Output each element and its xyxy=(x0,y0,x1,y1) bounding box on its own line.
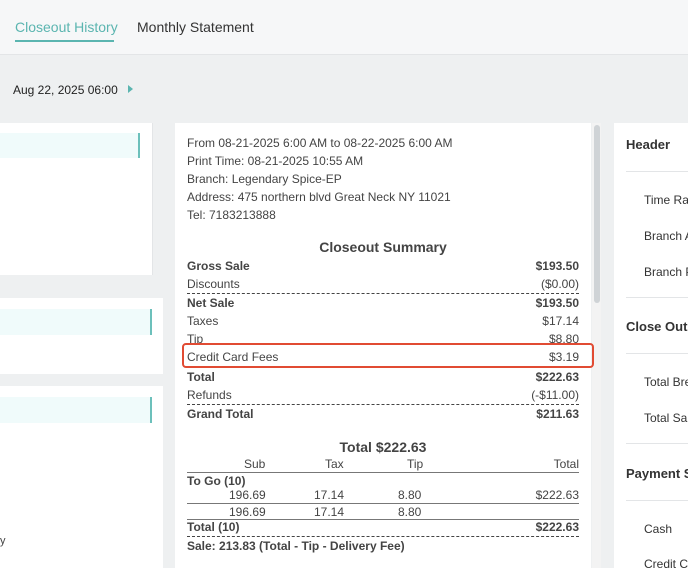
section-payment: Payment S xyxy=(626,466,688,481)
table-cell: 196.69 xyxy=(229,488,266,502)
total-title: Total $222.63 xyxy=(339,439,427,455)
closeout-card-3-highlight xyxy=(0,397,152,423)
table-cell: 17.14 xyxy=(314,505,345,519)
table-header-sub: Sub xyxy=(244,457,266,471)
receipt-branch: Branch: Legendary Spice-EP xyxy=(187,172,342,186)
table-divider xyxy=(187,503,579,504)
table-cell: 17.14 xyxy=(314,488,345,502)
active-tab-underline xyxy=(15,40,114,42)
summary-row-discounts: Discounts ($0.00) xyxy=(187,277,579,291)
table-header-total: Total xyxy=(553,457,579,471)
table-divider xyxy=(187,519,579,520)
closeout-item-total-sale: Total Sal xyxy=(644,411,688,425)
receipt-tel: Tel: 7183213888 xyxy=(187,208,276,222)
section-divider xyxy=(626,500,688,501)
tab-monthly-statement[interactable]: Monthly Statement xyxy=(137,19,254,35)
section-divider xyxy=(626,297,688,298)
payment-item-cash: Cash xyxy=(644,522,673,536)
section-header: Header xyxy=(626,137,671,152)
table-total-value: $222.63 xyxy=(535,520,579,534)
tab-closeout-history[interactable]: Closeout History xyxy=(15,19,118,35)
summary-row-taxes: Taxes $17.14 xyxy=(187,314,579,328)
summary-row-total: Total $222.63 xyxy=(187,370,579,384)
section-close-out: Close Out xyxy=(626,319,688,334)
top-tab-bar: Closeout History Monthly Statement xyxy=(0,0,688,55)
closeout-card-2-highlight xyxy=(0,309,152,335)
header-item-time-range: Time Ra xyxy=(644,193,688,207)
summary-row-grand-total: Grand Total $211.63 xyxy=(187,407,579,421)
closeout-detail-panel: Header Time Ra Branch A Branch P Close O… xyxy=(614,123,688,568)
table-divider xyxy=(187,472,579,473)
table-divider xyxy=(187,536,579,537)
header-item-branch-address: Branch A xyxy=(644,229,688,243)
date-range-label[interactable]: Aug 22, 2025 06:00 xyxy=(13,83,118,97)
next-date-arrow-icon[interactable] xyxy=(128,85,133,93)
sale-line: Sale: 213.83 (Total - Tip - Delivery Fee… xyxy=(187,539,405,553)
table-cell: $222.63 xyxy=(535,488,579,502)
closeout-card-3-text: y xyxy=(0,535,6,547)
receipt-range: From 08-21-2025 6:00 AM to 08-22-2025 6:… xyxy=(187,136,453,150)
payment-item-credit-card: Credit C xyxy=(644,557,688,568)
credit-card-fees-highlight xyxy=(182,343,594,368)
table-cell: 8.80 xyxy=(398,488,422,502)
table-cell: 8.80 xyxy=(398,505,422,519)
receipt-address: Address: 475 northern blvd Great Neck NY… xyxy=(187,190,451,204)
closeout-summary-title: Closeout Summary xyxy=(319,239,447,255)
section-divider xyxy=(626,171,688,172)
table-header-tax: Tax xyxy=(325,457,344,471)
closeout-card-1-highlight xyxy=(0,133,140,158)
summary-divider xyxy=(187,404,579,405)
table-header-tip: Tip xyxy=(407,457,424,471)
section-divider xyxy=(626,353,688,354)
summary-row-gross-sale: Gross Sale $193.50 xyxy=(187,259,579,273)
table-group-to-go: To Go (10) xyxy=(187,474,246,488)
table-total-label: Total (10) xyxy=(187,520,240,534)
section-divider xyxy=(626,443,688,444)
summary-row-refunds: Refunds (-$11.00) xyxy=(187,388,579,402)
header-item-branch-phone: Branch P xyxy=(644,265,688,279)
receipt-scrollbar-thumb[interactable] xyxy=(594,125,600,303)
summary-divider xyxy=(187,293,579,294)
summary-row-net-sale: Net Sale $193.50 xyxy=(187,296,579,310)
receipt-print-time: Print Time: 08-21-2025 10:55 AM xyxy=(187,154,364,168)
table-cell: 196.69 xyxy=(229,505,266,519)
closeout-item-total-break: Total Bre xyxy=(644,375,688,389)
